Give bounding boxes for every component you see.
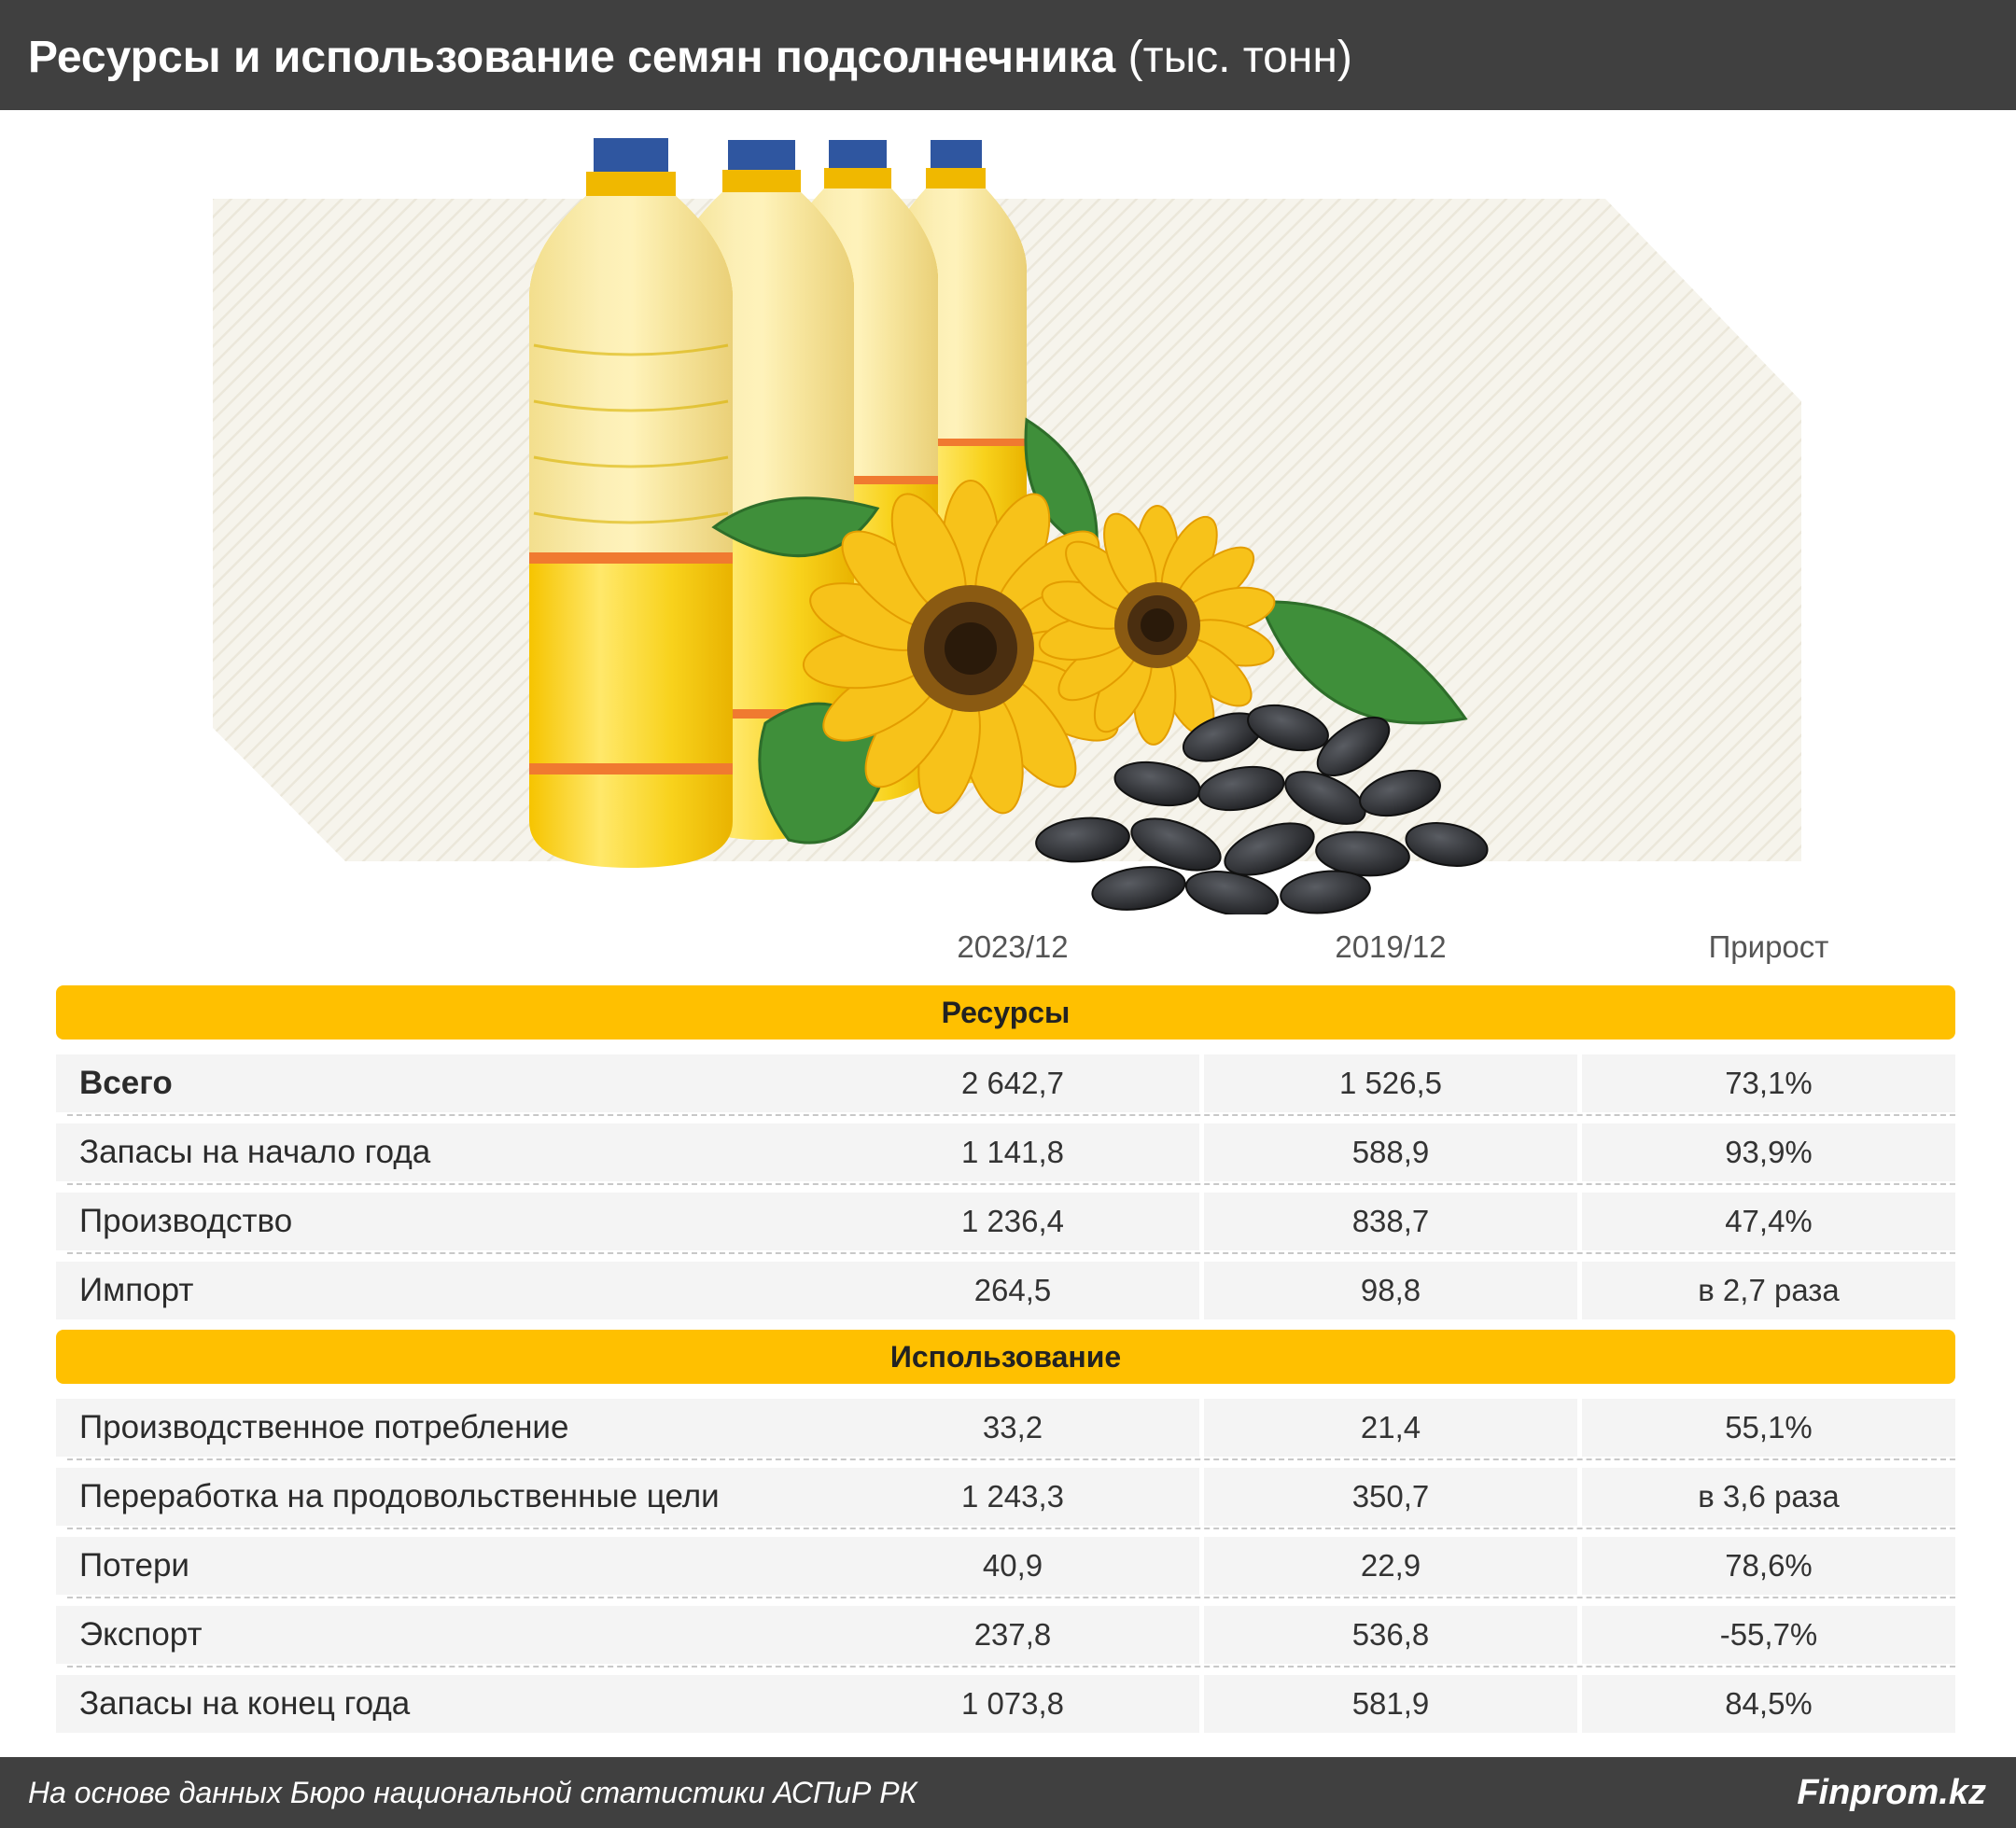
- row-divider: [67, 1183, 1955, 1185]
- row-divider: [67, 1666, 1955, 1668]
- value-2023: 1 236,4: [826, 1193, 1199, 1250]
- value-2019: 21,4: [1204, 1399, 1577, 1457]
- value-growth: 73,1%: [1582, 1054, 1955, 1112]
- value-2023: 237,8: [826, 1606, 1199, 1664]
- value-2023: 1 073,8: [826, 1675, 1199, 1733]
- row-label: Запасы на начало года: [56, 1123, 843, 1181]
- value-growth: 84,5%: [1582, 1675, 1955, 1733]
- row-label: Переработка на продовольственные цели: [56, 1468, 843, 1526]
- value-2019: 536,8: [1204, 1606, 1577, 1664]
- value-2023: 264,5: [826, 1262, 1199, 1319]
- oil-bottle-1: [529, 138, 733, 868]
- table-row-export: Экспорт 237,8 536,8 -55,7%: [56, 1606, 1955, 1668]
- value-2023: 1 243,3: [826, 1468, 1199, 1526]
- value-growth: 93,9%: [1582, 1123, 1955, 1181]
- value-growth: 78,6%: [1582, 1537, 1955, 1595]
- row-divider: [67, 1458, 1955, 1460]
- brand-logo-text: Finprom.kz: [1797, 1773, 1986, 1812]
- section-band-resources: Ресурсы: [56, 985, 1955, 1040]
- table-row-losses: Потери 40,9 22,9 78,6%: [56, 1537, 1955, 1598]
- title-main: Ресурсы и использование семян подсолнечн…: [28, 33, 1116, 82]
- row-label: Импорт: [56, 1262, 843, 1319]
- row-divider: [67, 1597, 1955, 1598]
- row-label: Производственное потребление: [56, 1399, 843, 1457]
- value-2019: 350,7: [1204, 1468, 1577, 1526]
- section-band-usage: Использование: [56, 1330, 1955, 1384]
- footer-bar: На основе данных Бюро национальной стати…: [0, 1757, 2016, 1828]
- value-2019: 98,8: [1204, 1262, 1577, 1319]
- row-label: Экспорт: [56, 1606, 843, 1664]
- table-row-industrial-consumption: Производственное потребление 33,2 21,4 5…: [56, 1399, 1955, 1460]
- value-growth: в 3,6 раза: [1582, 1468, 1955, 1526]
- source-note: На основе данных Бюро национальной стати…: [28, 1776, 917, 1809]
- table-row-import: Импорт 264,5 98,8 в 2,7 раза: [56, 1262, 1955, 1323]
- row-label: Производство: [56, 1193, 843, 1250]
- value-2019: 1 526,5: [1204, 1054, 1577, 1112]
- row-label: Запасы на конец года: [56, 1675, 843, 1733]
- table-row-food-processing: Переработка на продовольственные цели 1 …: [56, 1468, 1955, 1529]
- row-label: Потери: [56, 1537, 843, 1595]
- value-2019: 588,9: [1204, 1123, 1577, 1181]
- table-row-opening-stocks: Запасы на начало года 1 141,8 588,9 93,9…: [56, 1123, 1955, 1185]
- value-2019: 838,7: [1204, 1193, 1577, 1250]
- column-header-2023: 2023/12: [957, 929, 1069, 964]
- column-header-2019: 2019/12: [1335, 929, 1447, 964]
- table-row-production: Производство 1 236,4 838,7 47,4%: [56, 1193, 1955, 1254]
- value-growth: 55,1%: [1582, 1399, 1955, 1457]
- value-growth: -55,7%: [1582, 1606, 1955, 1664]
- value-2019: 581,9: [1204, 1675, 1577, 1733]
- value-2019: 22,9: [1204, 1537, 1577, 1595]
- value-growth: в 2,7 раза: [1582, 1262, 1955, 1319]
- value-2023: 2 642,7: [826, 1054, 1199, 1112]
- row-divider: [67, 1528, 1955, 1529]
- value-2023: 1 141,8: [826, 1123, 1199, 1181]
- column-header-growth: Прирост: [1708, 929, 1829, 964]
- table-row-closing-stocks: Запасы на конец года 1 073,8 581,9 84,5%: [56, 1675, 1955, 1737]
- row-divider: [67, 1252, 1955, 1254]
- row-divider: [67, 1114, 1955, 1116]
- row-label: Всего: [56, 1054, 843, 1112]
- sunflower-oil-illustration: [213, 138, 1801, 914]
- header-bar: Ресурсы и использование семян подсолнечн…: [0, 0, 2016, 110]
- value-2023: 33,2: [826, 1399, 1199, 1457]
- page-title: Ресурсы и использование семян подсолнечн…: [28, 0, 1352, 110]
- value-2023: 40,9: [826, 1537, 1199, 1595]
- table-row-total: Всего 2 642,7 1 526,5 73,1%: [56, 1054, 1955, 1116]
- title-unit: (тыс. тонн): [1127, 33, 1352, 82]
- value-growth: 47,4%: [1582, 1193, 1955, 1250]
